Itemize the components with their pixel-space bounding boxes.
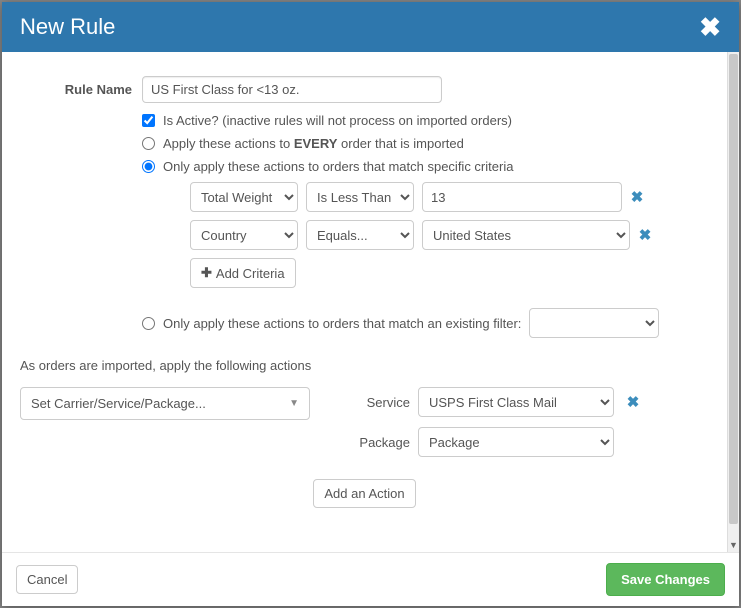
rule-name-ctl bbox=[142, 76, 709, 103]
modal-header: New Rule ✖ bbox=[2, 2, 739, 52]
action-type-select[interactable]: Set Carrier/Service/Package... ▼ bbox=[20, 387, 310, 420]
apply-filter-label: Only apply these actions to orders that … bbox=[163, 316, 521, 331]
criteria-field-select[interactable]: Country bbox=[190, 220, 298, 250]
apply-criteria-radio[interactable] bbox=[142, 160, 155, 173]
apply-every-label-post: order that is imported bbox=[337, 136, 463, 151]
action-type-label: Set Carrier/Service/Package... bbox=[31, 396, 206, 411]
chevron-down-icon: ▼ bbox=[289, 398, 299, 409]
remove-criteria-icon[interactable]: ✖ bbox=[638, 226, 652, 244]
package-select[interactable]: Package bbox=[418, 427, 614, 457]
apply-every-label-strong: EVERY bbox=[294, 136, 338, 151]
add-action-button[interactable]: Add an Action bbox=[313, 479, 415, 508]
rule-name-input[interactable] bbox=[142, 76, 442, 103]
criteria-row: Country Equals... United States ✖ bbox=[190, 220, 709, 250]
service-label: Service bbox=[330, 395, 410, 410]
close-icon[interactable]: ✖ bbox=[699, 14, 721, 40]
criteria-block: Total Weight Is Less Than ✖ Country Equa… bbox=[190, 182, 709, 288]
criteria-row: Total Weight Is Less Than ✖ bbox=[190, 182, 709, 212]
package-label: Package bbox=[330, 435, 410, 450]
apply-every-label-pre: Apply these actions to bbox=[163, 136, 294, 151]
cancel-label: Cancel bbox=[27, 572, 67, 587]
criteria-operator-select[interactable]: Equals... bbox=[306, 220, 414, 250]
add-criteria-button[interactable]: ✚ Add Criteria bbox=[190, 258, 296, 288]
scroll-thumb[interactable] bbox=[729, 54, 738, 524]
modal-footer: Cancel Save Changes bbox=[2, 552, 739, 606]
vertical-scrollbar[interactable]: ▲ ▼ bbox=[727, 52, 739, 552]
is-active-row: Is Active? (inactive rules will not proc… bbox=[142, 113, 709, 128]
remove-criteria-icon[interactable]: ✖ bbox=[630, 188, 644, 206]
criteria-value-input[interactable] bbox=[422, 182, 622, 212]
is-active-label: Is Active? (inactive rules will not proc… bbox=[163, 113, 512, 128]
rule-name-row: Rule Name bbox=[20, 76, 709, 103]
add-action-label: Add an Action bbox=[324, 486, 404, 501]
action-params: Service USPS First Class Mail ✖ Package … bbox=[330, 387, 640, 457]
criteria-field-select[interactable]: Total Weight bbox=[190, 182, 298, 212]
apply-filter-radio[interactable] bbox=[142, 317, 155, 330]
modal-title: New Rule bbox=[20, 14, 115, 40]
criteria-value-select[interactable]: United States bbox=[422, 220, 630, 250]
add-action-wrap: Add an Action bbox=[20, 479, 709, 508]
apply-every-label: Apply these actions to EVERY order that … bbox=[163, 136, 464, 151]
modal-body[interactable]: Rule Name Is Active? (inactive rules wil… bbox=[2, 52, 727, 552]
apply-every-radio[interactable] bbox=[142, 137, 155, 150]
save-label: Save Changes bbox=[621, 572, 710, 587]
add-criteria-label: Add Criteria bbox=[216, 266, 285, 281]
new-rule-modal: New Rule ✖ Rule Name Is Active? (inactiv… bbox=[2, 2, 739, 606]
apply-criteria-row: Only apply these actions to orders that … bbox=[142, 159, 709, 174]
action-row: Set Carrier/Service/Package... ▼ Service… bbox=[20, 387, 709, 457]
remove-action-icon[interactable]: ✖ bbox=[626, 393, 640, 411]
modal-body-wrap: Rule Name Is Active? (inactive rules wil… bbox=[2, 52, 739, 552]
rule-name-label: Rule Name bbox=[20, 82, 142, 97]
scroll-down-arrow-icon[interactable]: ▼ bbox=[728, 540, 739, 552]
is-active-checkbox[interactable] bbox=[142, 114, 155, 127]
existing-filter-select[interactable] bbox=[529, 308, 659, 338]
service-select[interactable]: USPS First Class Mail bbox=[418, 387, 614, 417]
save-changes-button[interactable]: Save Changes bbox=[606, 563, 725, 596]
apply-every-row: Apply these actions to EVERY order that … bbox=[142, 136, 709, 151]
criteria-operator-select[interactable]: Is Less Than bbox=[306, 182, 414, 212]
plus-icon: ✚ bbox=[201, 265, 212, 281]
apply-criteria-label: Only apply these actions to orders that … bbox=[163, 159, 513, 174]
actions-intro-text: As orders are imported, apply the follow… bbox=[20, 358, 709, 373]
cancel-button[interactable]: Cancel bbox=[16, 565, 78, 594]
apply-filter-row: Only apply these actions to orders that … bbox=[142, 308, 709, 338]
